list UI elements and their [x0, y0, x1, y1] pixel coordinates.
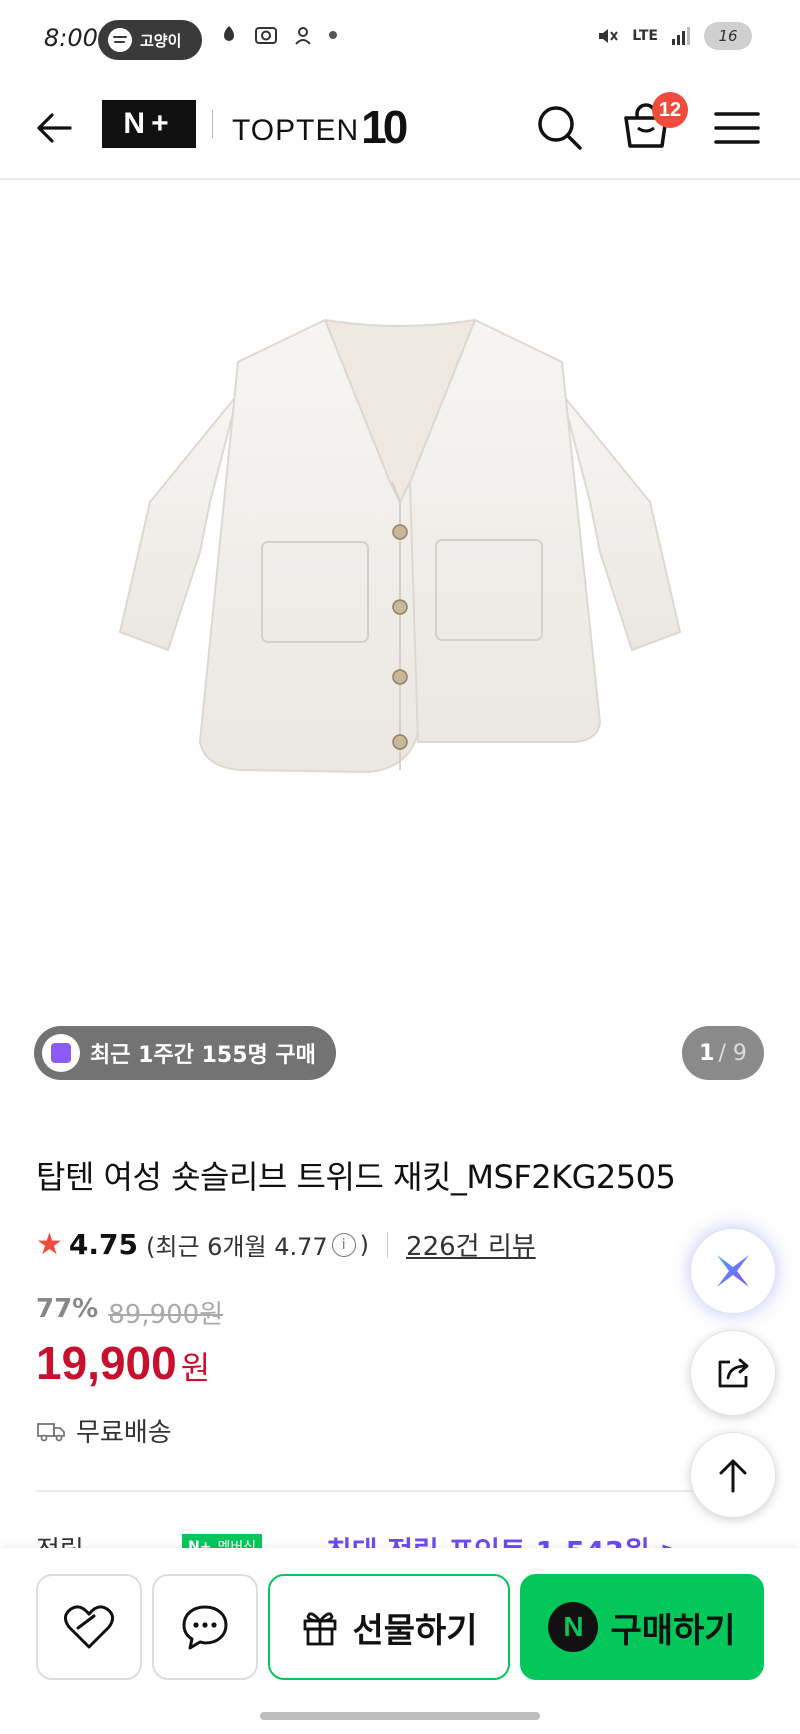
chat-bubble-icon [182, 1605, 228, 1650]
gift-icon [304, 1612, 337, 1646]
discount-row: 77% 89,900원 [36, 1294, 223, 1331]
menu-button[interactable] [714, 108, 760, 148]
mute-icon [599, 29, 619, 43]
dot-icon [329, 31, 337, 39]
hamburger-menu-icon [714, 112, 760, 144]
gift-label: 선물하기 [352, 1610, 478, 1651]
shipping-text: 무료배송 [76, 1418, 172, 1448]
spotify-now-playing[interactable]: 고양이 [98, 20, 202, 60]
arrow-left-icon [37, 113, 72, 143]
image-page-counter: 1 / 9 [682, 1026, 764, 1080]
rating-divider [387, 1231, 389, 1258]
ai-sparkle-icon [717, 1255, 749, 1287]
price-unit: 원 [180, 1349, 211, 1387]
page-current: 1 [699, 1040, 715, 1066]
app-header: N+ TOPTEN 10 12 [0, 80, 800, 180]
ai-assistant-button[interactable] [690, 1228, 776, 1314]
naver-pay-logo: N [548, 1602, 599, 1652]
original-price: 89,900원 [108, 1300, 224, 1330]
shipping-row: 무료배송 [36, 1412, 172, 1449]
notification-icons [218, 24, 338, 46]
gift-button[interactable]: 선물하기 [268, 1574, 510, 1680]
screenshot-icon [255, 27, 277, 44]
logo-divider [212, 110, 213, 138]
price-value: 19,900 [36, 1337, 177, 1389]
page-total: / 9 [718, 1040, 747, 1066]
status-bar: 8:00 고양이 LTE 16 [0, 0, 800, 80]
bottom-action-bar: 선물하기 N 구매하기 [0, 1548, 800, 1734]
nplus-logo[interactable]: N+ [102, 100, 196, 148]
talktalk-button[interactable] [152, 1574, 258, 1680]
recent-purchase-text: 최근 1주간 155명 구매 [90, 1043, 316, 1068]
rating-row: ★ 4.75 (최근 6개월 4.77 i ) 226건 리뷰 [36, 1226, 536, 1263]
search-button[interactable] [534, 102, 586, 154]
network-label: LTE [632, 28, 658, 44]
back-button[interactable] [30, 104, 78, 152]
delivery-truck-icon [37, 1422, 65, 1441]
topten-logo-number: 10 [361, 101, 408, 153]
topten-logo[interactable]: TOPTEN 10 [232, 101, 408, 153]
app-notification-icon [224, 26, 234, 41]
shopping-bag-badge-icon [42, 1034, 80, 1072]
heart-icon [64, 1605, 114, 1649]
spotify-icon [108, 28, 132, 52]
info-icon[interactable]: i [331, 1232, 356, 1257]
recent-rating-close: ) [359, 1230, 370, 1259]
home-indicator[interactable] [260, 1712, 540, 1720]
buy-label: 구매하기 [610, 1610, 736, 1651]
product-image-carousel[interactable] [0, 182, 800, 1102]
sale-price: 19,900 원 [36, 1336, 210, 1390]
recent-purchase-badge: 최근 1주간 155명 구매 [34, 1026, 336, 1080]
app-icon [295, 27, 311, 45]
product-title: 탑텐 여성 숏슬리브 트위드 재킷_MSF2KG2505 [36, 1158, 676, 1196]
recent-rating-text: (최근 6개월 4.77 [146, 1233, 328, 1261]
topten-logo-text: TOPTEN [232, 114, 360, 147]
product-photo-tweed-jacket [118, 318, 682, 774]
discount-percent: 77% [36, 1294, 99, 1324]
share-button[interactable] [690, 1330, 776, 1416]
spotify-label: 고양이 [140, 31, 182, 50]
review-link[interactable]: 226건 리뷰 [406, 1226, 536, 1263]
share-icon [718, 1358, 749, 1388]
signal-icon [672, 27, 690, 45]
star-icon: ★ [36, 1227, 63, 1262]
battery-indicator: 16 [704, 22, 752, 50]
search-icon [538, 106, 582, 150]
scroll-top-button[interactable] [690, 1432, 776, 1518]
cart-count-badge: 12 [652, 92, 688, 128]
wishlist-button[interactable] [36, 1574, 142, 1680]
system-icons: LTE 16 [596, 22, 752, 50]
cart-button[interactable]: 12 [620, 92, 688, 156]
arrow-up-icon [719, 1459, 747, 1493]
status-time: 8:00 [44, 24, 98, 52]
rating-value: 4.75 [68, 1228, 138, 1261]
buy-button[interactable]: N 구매하기 [520, 1574, 764, 1680]
section-divider [36, 1490, 700, 1492]
